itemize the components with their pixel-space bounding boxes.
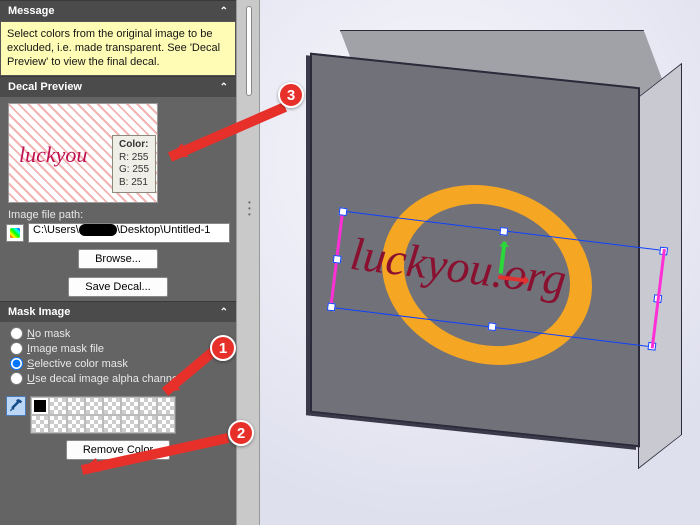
resize-handle[interactable] [339, 207, 348, 216]
chevron-up-icon: ⌃ [220, 6, 228, 17]
tooltip-r: R: 255 [119, 152, 148, 163]
resize-handle[interactable] [499, 227, 508, 236]
message-section-header[interactable]: Message ⌃ [0, 0, 236, 21]
radio-no-mask[interactable]: No mask [10, 326, 226, 341]
color-swatch-empty[interactable] [121, 397, 139, 415]
message-body: Select colors from the original image to… [0, 21, 236, 76]
radio-image-mask-input[interactable] [10, 342, 23, 355]
viewport-3d[interactable]: luckyou.org [260, 0, 700, 525]
tooltip-label: Color: [119, 139, 148, 150]
radio-no-mask-input[interactable] [10, 327, 23, 340]
decal-preview-title: Decal Preview [8, 81, 82, 93]
save-decal-button[interactable]: Save Decal... [68, 277, 167, 297]
image-file-path-row: C:\Users\ \Desktop\Untitled-1 [0, 221, 236, 245]
resize-handle[interactable] [653, 294, 662, 303]
callout-1: 1 [210, 335, 236, 361]
color-swatch-black[interactable] [31, 397, 49, 415]
splitter-grip-icon: ••• [248, 200, 251, 218]
tooltip-g: G: 255 [119, 164, 149, 175]
image-file-path-input[interactable]: C:\Users\ \Desktop\Untitled-1 [28, 223, 230, 243]
color-swatch-empty[interactable] [85, 397, 103, 415]
eyedropper-icon [9, 399, 23, 413]
callout-3: 3 [278, 82, 304, 108]
image-icon [6, 224, 24, 242]
chevron-up-icon: ⌃ [220, 82, 228, 93]
eyedropper-button[interactable] [6, 396, 26, 416]
mask-image-header[interactable]: Mask Image ⌃ [0, 301, 236, 322]
resize-handle[interactable] [327, 303, 336, 312]
tooltip-b: B: 251 [119, 177, 148, 188]
annotation-arrow-2 [60, 428, 240, 488]
callout-2: 2 [228, 420, 254, 446]
resize-handle[interactable] [333, 255, 342, 264]
annotation-arrow-3 [150, 95, 300, 175]
path-suffix: \Desktop\Untitled-1 [117, 224, 211, 236]
color-swatch-empty[interactable] [49, 397, 67, 415]
resize-handle[interactable] [659, 247, 668, 256]
resize-handle[interactable] [487, 322, 496, 331]
message-title: Message [8, 5, 54, 17]
resize-handle[interactable] [647, 342, 656, 351]
preview-decal-text: luckyou [19, 142, 87, 168]
color-swatch-empty[interactable] [103, 397, 121, 415]
browse-button[interactable]: Browse... [78, 249, 158, 269]
move-gizmo-y[interactable] [498, 241, 506, 273]
image-file-path-label: Image file path: [0, 209, 236, 221]
chevron-up-icon: ⌃ [220, 307, 228, 318]
path-prefix: C:\Users\ [33, 224, 79, 236]
radio-alpha-input[interactable] [10, 372, 23, 385]
radio-selective-input[interactable] [10, 357, 23, 370]
color-swatch-empty[interactable] [67, 397, 85, 415]
mask-image-title: Mask Image [8, 306, 70, 318]
path-redacted [79, 224, 117, 236]
model-cube[interactable]: luckyou.org [310, 30, 670, 460]
splitter-handle[interactable] [246, 6, 252, 96]
color-swatch-empty[interactable] [31, 415, 49, 433]
move-gizmo-x[interactable] [498, 275, 528, 283]
